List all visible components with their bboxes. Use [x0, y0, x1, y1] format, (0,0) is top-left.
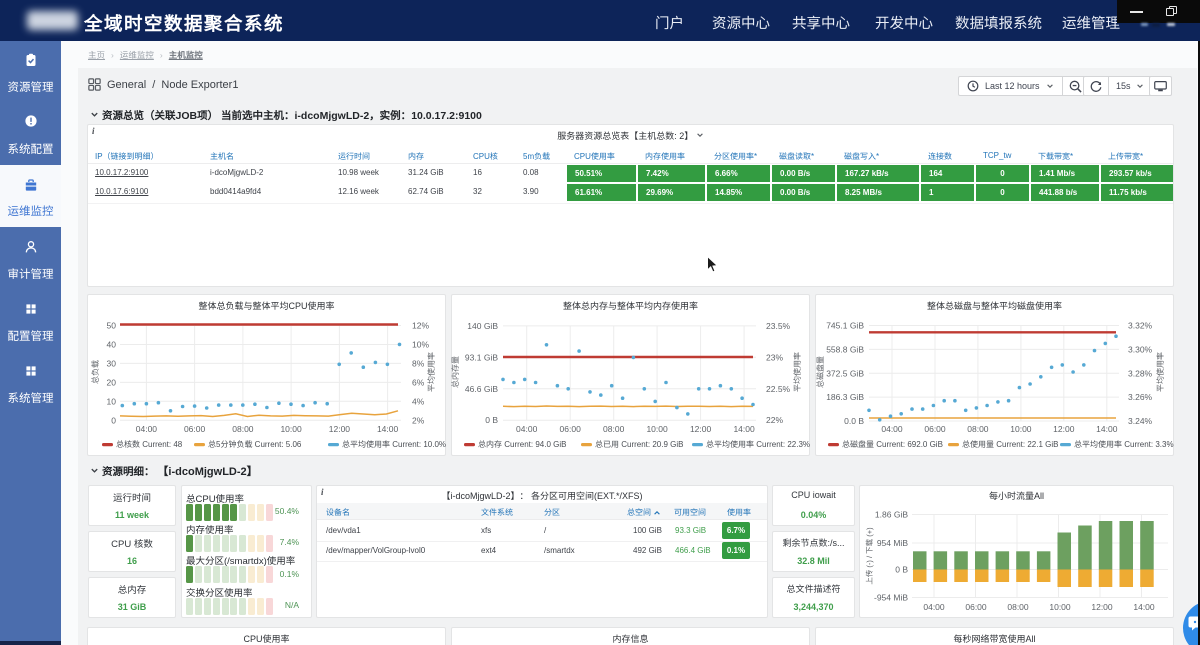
svg-text:40: 40	[107, 340, 117, 350]
svg-text:-954 MiB: -954 MiB	[874, 593, 908, 603]
svg-text:08:00: 08:00	[603, 424, 625, 434]
svg-text:22%: 22%	[766, 415, 783, 425]
svg-text:总内存量: 总内存量	[451, 356, 460, 388]
svg-text:46.6 GiB: 46.6 GiB	[465, 384, 498, 394]
svg-text:06:00: 06:00	[965, 602, 987, 612]
svg-text:10: 10	[107, 396, 117, 406]
svg-text:93.1 GiB: 93.1 GiB	[465, 352, 498, 362]
svg-text:平均使用率: 平均使用率	[1156, 352, 1165, 392]
svg-text:3.30%: 3.30%	[1128, 344, 1153, 354]
svg-text:12%: 12%	[412, 321, 429, 331]
svg-text:0 B: 0 B	[485, 415, 498, 425]
svg-text:3.28%: 3.28%	[1128, 368, 1153, 378]
svg-text:20: 20	[107, 377, 117, 387]
svg-text:10%: 10%	[412, 340, 429, 350]
svg-text:14:00: 14:00	[377, 424, 399, 434]
svg-text:50: 50	[107, 321, 117, 331]
svg-text:06:00: 06:00	[924, 424, 946, 434]
svg-text:0 B: 0 B	[895, 565, 908, 575]
svg-text:04:00: 04:00	[136, 424, 158, 434]
svg-text:8%: 8%	[412, 358, 425, 368]
svg-text:10:00: 10:00	[1010, 424, 1032, 434]
svg-text:总已用 Current: 20.9 GiB: 总已用 Current: 20.9 GiB	[595, 440, 683, 449]
svg-text:140 GiB: 140 GiB	[467, 321, 498, 331]
svg-text:04:00: 04:00	[881, 424, 903, 434]
svg-text:总磁盘量 Current: 692.0 GiB: 总磁盘量 Current: 692.0 GiB	[842, 440, 943, 449]
svg-text:10:00: 10:00	[1049, 602, 1071, 612]
svg-text:上传 (-) / 下载 (+): 上传 (-) / 下载 (+)	[865, 527, 874, 585]
svg-text:2%: 2%	[412, 415, 425, 425]
svg-text:0.0 B: 0.0 B	[844, 416, 864, 426]
svg-text:总磁盘量: 总磁盘量	[816, 356, 825, 388]
svg-text:总使用量 Current: 22.1 GiB: 总使用量 Current: 22.1 GiB	[962, 440, 1058, 449]
svg-text:3.24%: 3.24%	[1128, 416, 1153, 426]
svg-text:558.8 GiB: 558.8 GiB	[826, 344, 864, 354]
svg-text:04:00: 04:00	[923, 602, 945, 612]
svg-text:总核数 Current: 48: 总核数 Current: 48	[116, 440, 183, 449]
svg-text:04:00: 04:00	[516, 424, 538, 434]
svg-text:平均使用率: 平均使用率	[427, 352, 436, 392]
svg-text:08:00: 08:00	[1007, 602, 1029, 612]
svg-text:10:00: 10:00	[646, 424, 668, 434]
svg-text:745.1 GiB: 745.1 GiB	[826, 321, 864, 331]
svg-text:12:00: 12:00	[1091, 602, 1113, 612]
svg-text:954 MiB: 954 MiB	[877, 538, 909, 548]
svg-text:1.86 GiB: 1.86 GiB	[875, 510, 908, 520]
svg-text:23%: 23%	[766, 352, 783, 362]
svg-text:12:00: 12:00	[1053, 424, 1075, 434]
svg-text:08:00: 08:00	[967, 424, 989, 434]
svg-text:372.5 GiB: 372.5 GiB	[826, 368, 864, 378]
svg-text:4%: 4%	[412, 396, 425, 406]
svg-text:0: 0	[111, 415, 116, 425]
svg-text:06:00: 06:00	[560, 424, 582, 434]
svg-text:23.5%: 23.5%	[766, 321, 791, 331]
svg-text:总平均使用率 Current: 22.3%: 总平均使用率 Current: 22.3%	[706, 440, 810, 449]
svg-text:总平均使用率 Current: 10.0%: 总平均使用率 Current: 10.0%	[342, 440, 446, 449]
svg-text:14:00: 14:00	[1133, 602, 1155, 612]
svg-text:3.32%: 3.32%	[1128, 321, 1153, 331]
svg-text:总负载: 总负载	[91, 360, 100, 384]
svg-text:总5分钟负载 Current: 5.06: 总5分钟负载 Current: 5.06	[208, 440, 302, 449]
svg-text:06:00: 06:00	[184, 424, 206, 434]
svg-text:总内存 Current: 94.0 GiB: 总内存 Current: 94.0 GiB	[478, 440, 566, 449]
svg-text:10:00: 10:00	[280, 424, 302, 434]
svg-text:3.26%: 3.26%	[1128, 392, 1153, 402]
svg-text:22.5%: 22.5%	[766, 384, 791, 394]
svg-text:平均使用率: 平均使用率	[793, 352, 802, 392]
svg-text:14:00: 14:00	[733, 424, 755, 434]
svg-text:总平均使用率 Current: 3.3%: 总平均使用率 Current: 3.3%	[1074, 440, 1174, 449]
svg-text:12:00: 12:00	[329, 424, 351, 434]
svg-text:12:00: 12:00	[690, 424, 712, 434]
svg-text:14:00: 14:00	[1096, 424, 1118, 434]
svg-text:08:00: 08:00	[232, 424, 254, 434]
svg-text:6%: 6%	[412, 377, 425, 387]
svg-text:186.3 GiB: 186.3 GiB	[826, 392, 864, 402]
svg-text:30: 30	[107, 358, 117, 368]
